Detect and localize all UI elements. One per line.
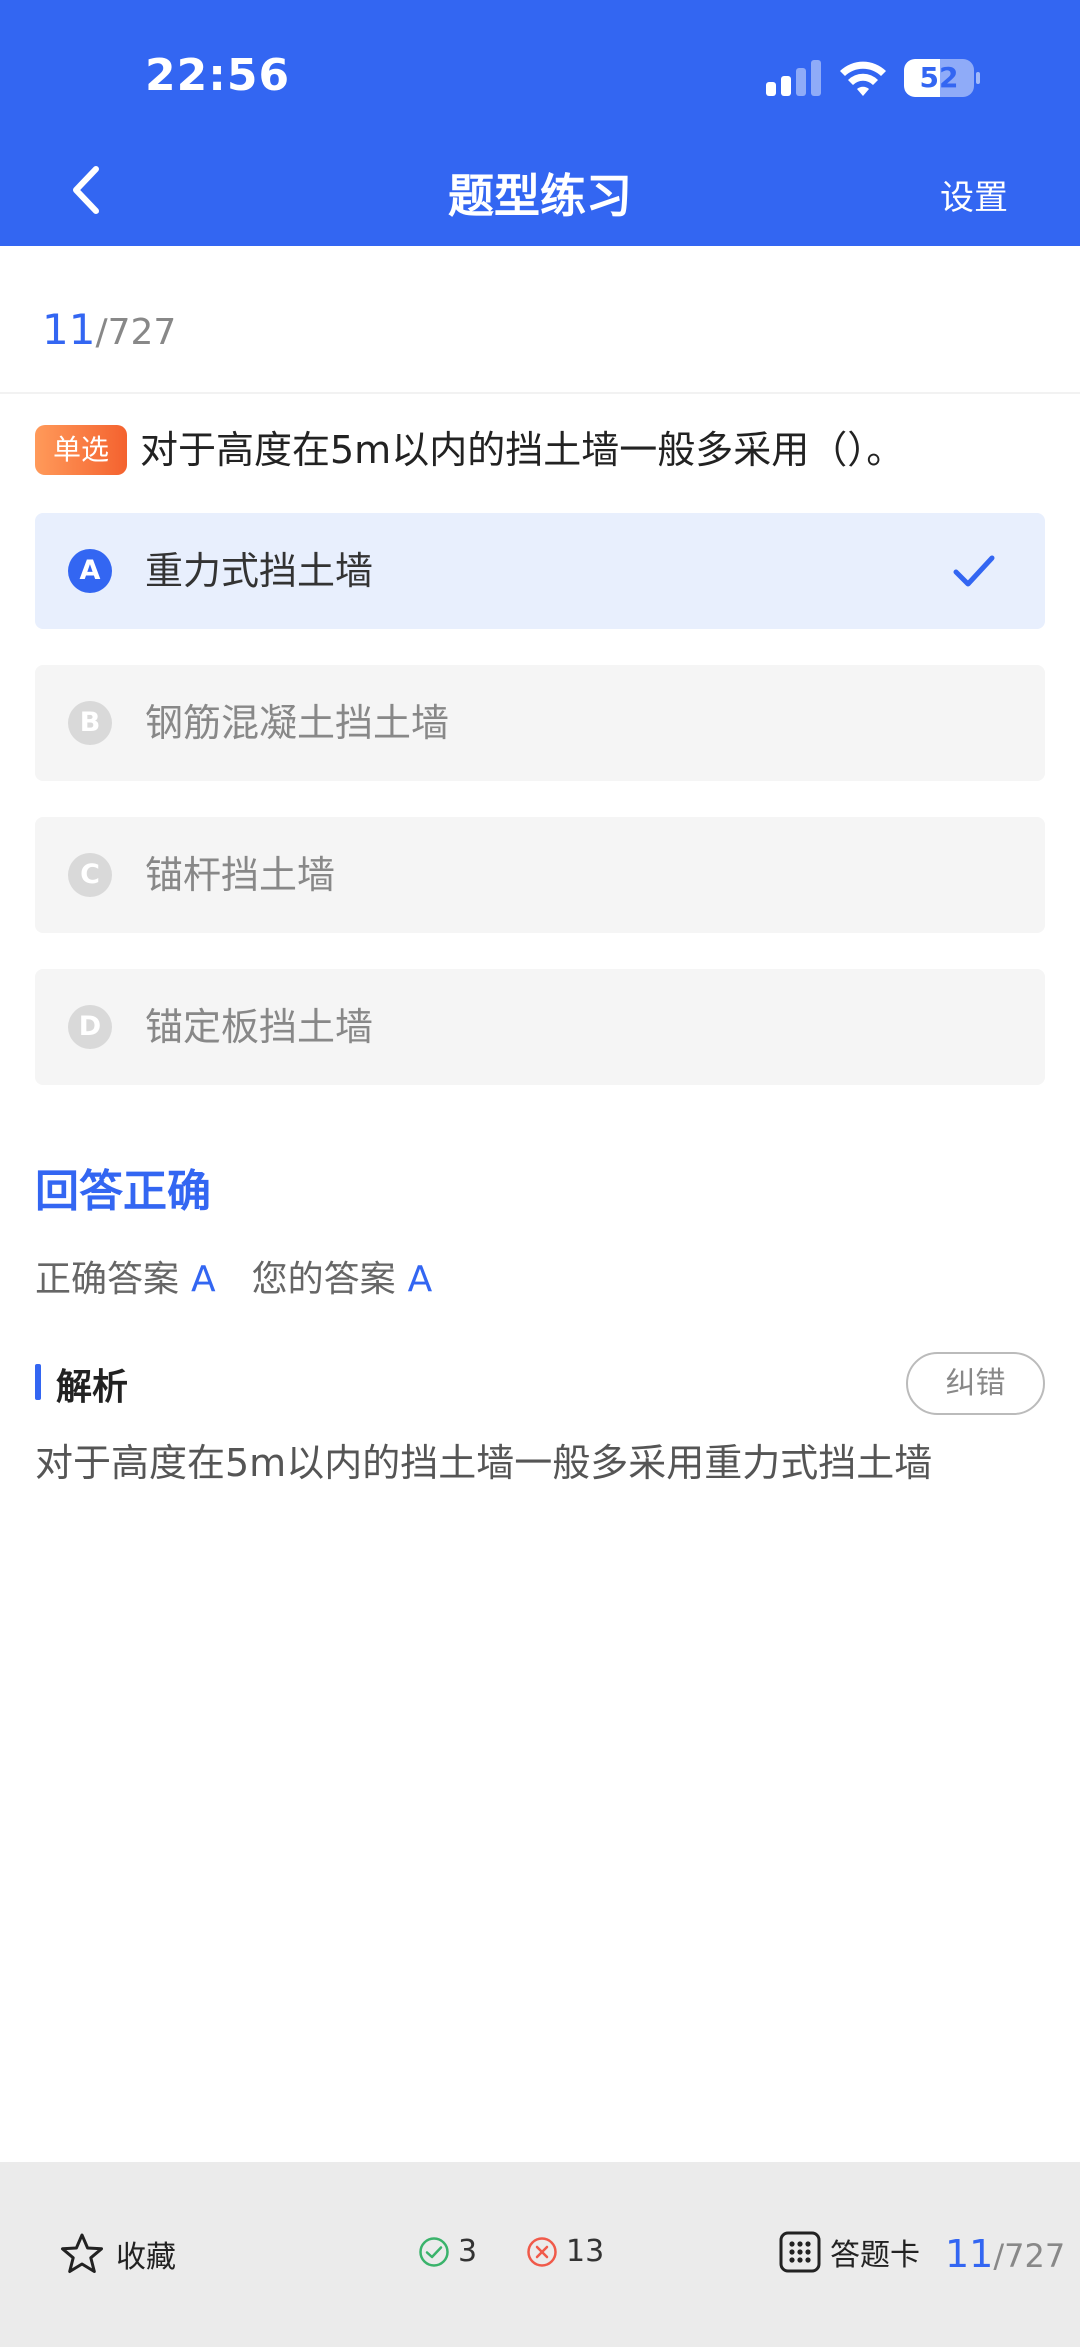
check-icon [953,555,995,587]
option-b[interactable]: B 钢筋混凝土挡土墙 [35,665,1045,781]
option-letter: C [68,853,112,897]
question-type-badge: 单选 [35,425,127,475]
divider [0,392,1080,394]
answer-summary: 正确答案 A 您的答案 A [35,1250,468,1302]
favorite-label: 收藏 [116,2240,176,2275]
app-header: 22:56 52 题型练习 设置 [0,0,1080,246]
status-time: 22:56 [145,50,291,101]
check-circle-icon [419,2236,449,2267]
correct-answer-value: A [191,1259,216,1300]
option-label: 钢筋混凝土挡土墙 [145,701,450,745]
option-label: 锚杆挡土墙 [145,853,336,897]
analysis-accent-bar [35,1364,41,1400]
question-progress: 11/727 [42,305,176,354]
bottom-progress-current: 11 [945,2232,994,2276]
progress-total: /727 [95,312,177,353]
correct-count-value: 3 [458,2234,478,2269]
analysis-title: 解析 [56,1367,129,1408]
grid-icon [779,2231,821,2273]
analysis-text: 对于高度在5m以内的挡土墙一般多采用重力式挡土墙 [35,1441,933,1485]
page-title: 题型练习 [448,169,632,223]
option-a[interactable]: A 重力式挡土墙 [35,513,1045,629]
result-title: 回答正确 [35,1166,211,1217]
wifi-icon [840,61,886,96]
option-letter: A [68,549,112,593]
wrong-count-value: 13 [566,2234,605,2269]
back-chevron-icon [73,166,99,214]
option-letter: B [68,701,112,745]
option-d[interactable]: D 锚定板挡土墙 [35,969,1045,1085]
bottom-progress-total: /727 [993,2237,1066,2275]
option-c[interactable]: C 锚杆挡土墙 [35,817,1045,933]
correct-count: 3 [418,2234,477,2269]
settings-button[interactable]: 设置 [940,170,1008,219]
cellular-signal-icon [766,60,822,96]
correct-answer-label: 正确答案 [35,1259,180,1300]
star-icon [61,2233,103,2273]
option-letter: D [68,1005,112,1049]
back-button[interactable] [60,160,110,220]
progress-current: 11 [42,305,96,354]
your-answer-label: 您的答案 [251,1259,396,1300]
question-text: 对于高度在5m以内的挡土墙一般多采用（）。 [140,428,905,472]
bottom-progress: 11/727 [945,2232,1065,2276]
bottom-toolbar: 收藏 3 13 答题卡 11/727 [0,2162,1080,2347]
favorite-button[interactable]: 收藏 [60,2232,176,2276]
option-label: 重力式挡土墙 [145,549,374,593]
cross-circle-icon [527,2236,557,2267]
answer-card-button[interactable]: 答题卡 [778,2230,920,2274]
answer-card-label: 答题卡 [830,2238,920,2273]
battery-indicator: 52 [904,59,980,97]
battery-level: 52 [919,61,959,94]
report-error-button[interactable]: 纠错 [906,1352,1045,1415]
your-answer-value: A [407,1259,433,1300]
wrong-count: 13 [526,2234,604,2269]
option-label: 锚定板挡土墙 [145,1005,374,1049]
